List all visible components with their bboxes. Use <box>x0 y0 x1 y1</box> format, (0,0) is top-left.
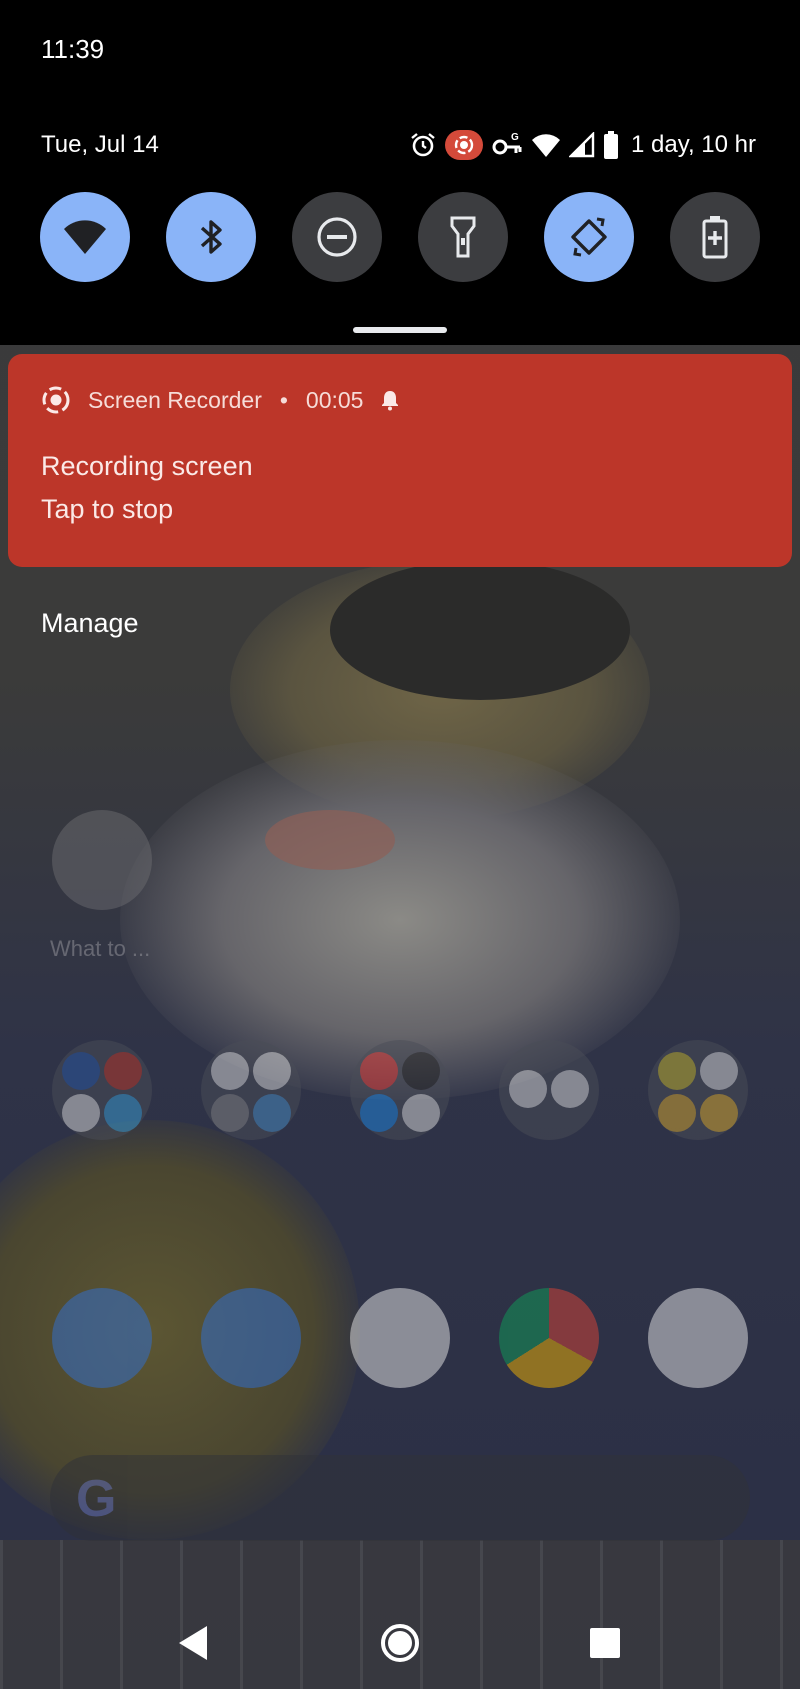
svg-text:G: G <box>511 132 519 143</box>
recents-icon <box>590 1628 620 1658</box>
chrome-app-icon <box>499 1288 599 1388</box>
back-button[interactable] <box>168 1618 218 1668</box>
video-widget-icon <box>52 810 152 910</box>
notification-text: Tap to stop <box>41 494 174 524</box>
back-icon <box>179 1626 207 1660</box>
widget-label: What to ... <box>50 936 151 961</box>
tile-wifi[interactable] <box>40 192 130 282</box>
wifi-icon <box>531 132 561 158</box>
status-date[interactable]: Tue, Jul 14 <box>41 131 159 159</box>
app-folder-2 <box>201 1040 301 1140</box>
auto-rotate-icon <box>571 217 607 257</box>
tile-battery-saver[interactable] <box>670 192 760 282</box>
quick-settings-shade: 11:39 Tue, Jul 14 G 1 day, 10 hr <box>0 0 800 345</box>
home-button[interactable] <box>375 1618 425 1668</box>
app-folder-1 <box>52 1040 152 1140</box>
wifi-icon <box>64 220 106 254</box>
recents-button[interactable] <box>580 1618 630 1668</box>
flashlight-icon <box>450 216 476 258</box>
status-time: 11:39 <box>41 34 105 64</box>
phone-app-icon <box>52 1288 152 1388</box>
play-store-app-icon <box>350 1288 450 1388</box>
manage-notifications-button[interactable]: Manage <box>41 608 139 639</box>
app-folder-5 <box>648 1040 748 1140</box>
notification-title: Recording screen <box>41 451 253 481</box>
notification-elapsed-time: 00:05 <box>305 386 364 413</box>
google-search-bar: G <box>50 1455 750 1541</box>
camera-app-icon <box>648 1288 748 1388</box>
battery-saver-icon <box>702 216 728 259</box>
notification-header: Screen Recorder • 00:05 <box>40 384 401 416</box>
alarm-icon <box>409 131 437 159</box>
tile-flashlight[interactable] <box>418 192 508 282</box>
messages-app-icon <box>201 1288 301 1388</box>
navigation-bar <box>0 1600 800 1689</box>
notification-app-name: Screen Recorder <box>88 386 262 413</box>
home-icon <box>381 1624 419 1662</box>
shade-drag-handle[interactable] <box>353 327 447 333</box>
battery-icon <box>603 131 619 159</box>
bell-icon <box>382 391 399 411</box>
screen-record-icon <box>42 386 70 414</box>
google-g-icon: G <box>76 1470 117 1528</box>
vpn-key-icon: G <box>491 131 523 159</box>
quick-settings-tiles <box>40 192 760 282</box>
tile-do-not-disturb[interactable] <box>292 192 382 282</box>
screen-record-icon <box>445 130 484 160</box>
battery-remaining-text: 1 day, 10 hr <box>631 131 756 158</box>
notification-separator: • <box>279 386 288 413</box>
status-icons: G 1 day, 10 hr <box>409 128 756 162</box>
screen-recorder-notification[interactable]: Screen Recorder • 00:05 Recording screen… <box>8 354 792 567</box>
app-folder-4 <box>499 1040 599 1140</box>
cell-signal-icon <box>569 132 595 158</box>
bluetooth-icon <box>200 220 222 254</box>
tile-auto-rotate[interactable] <box>544 192 634 282</box>
app-folder-3 <box>350 1040 450 1140</box>
do-not-disturb-icon <box>317 217 357 257</box>
tile-bluetooth[interactable] <box>166 192 256 282</box>
